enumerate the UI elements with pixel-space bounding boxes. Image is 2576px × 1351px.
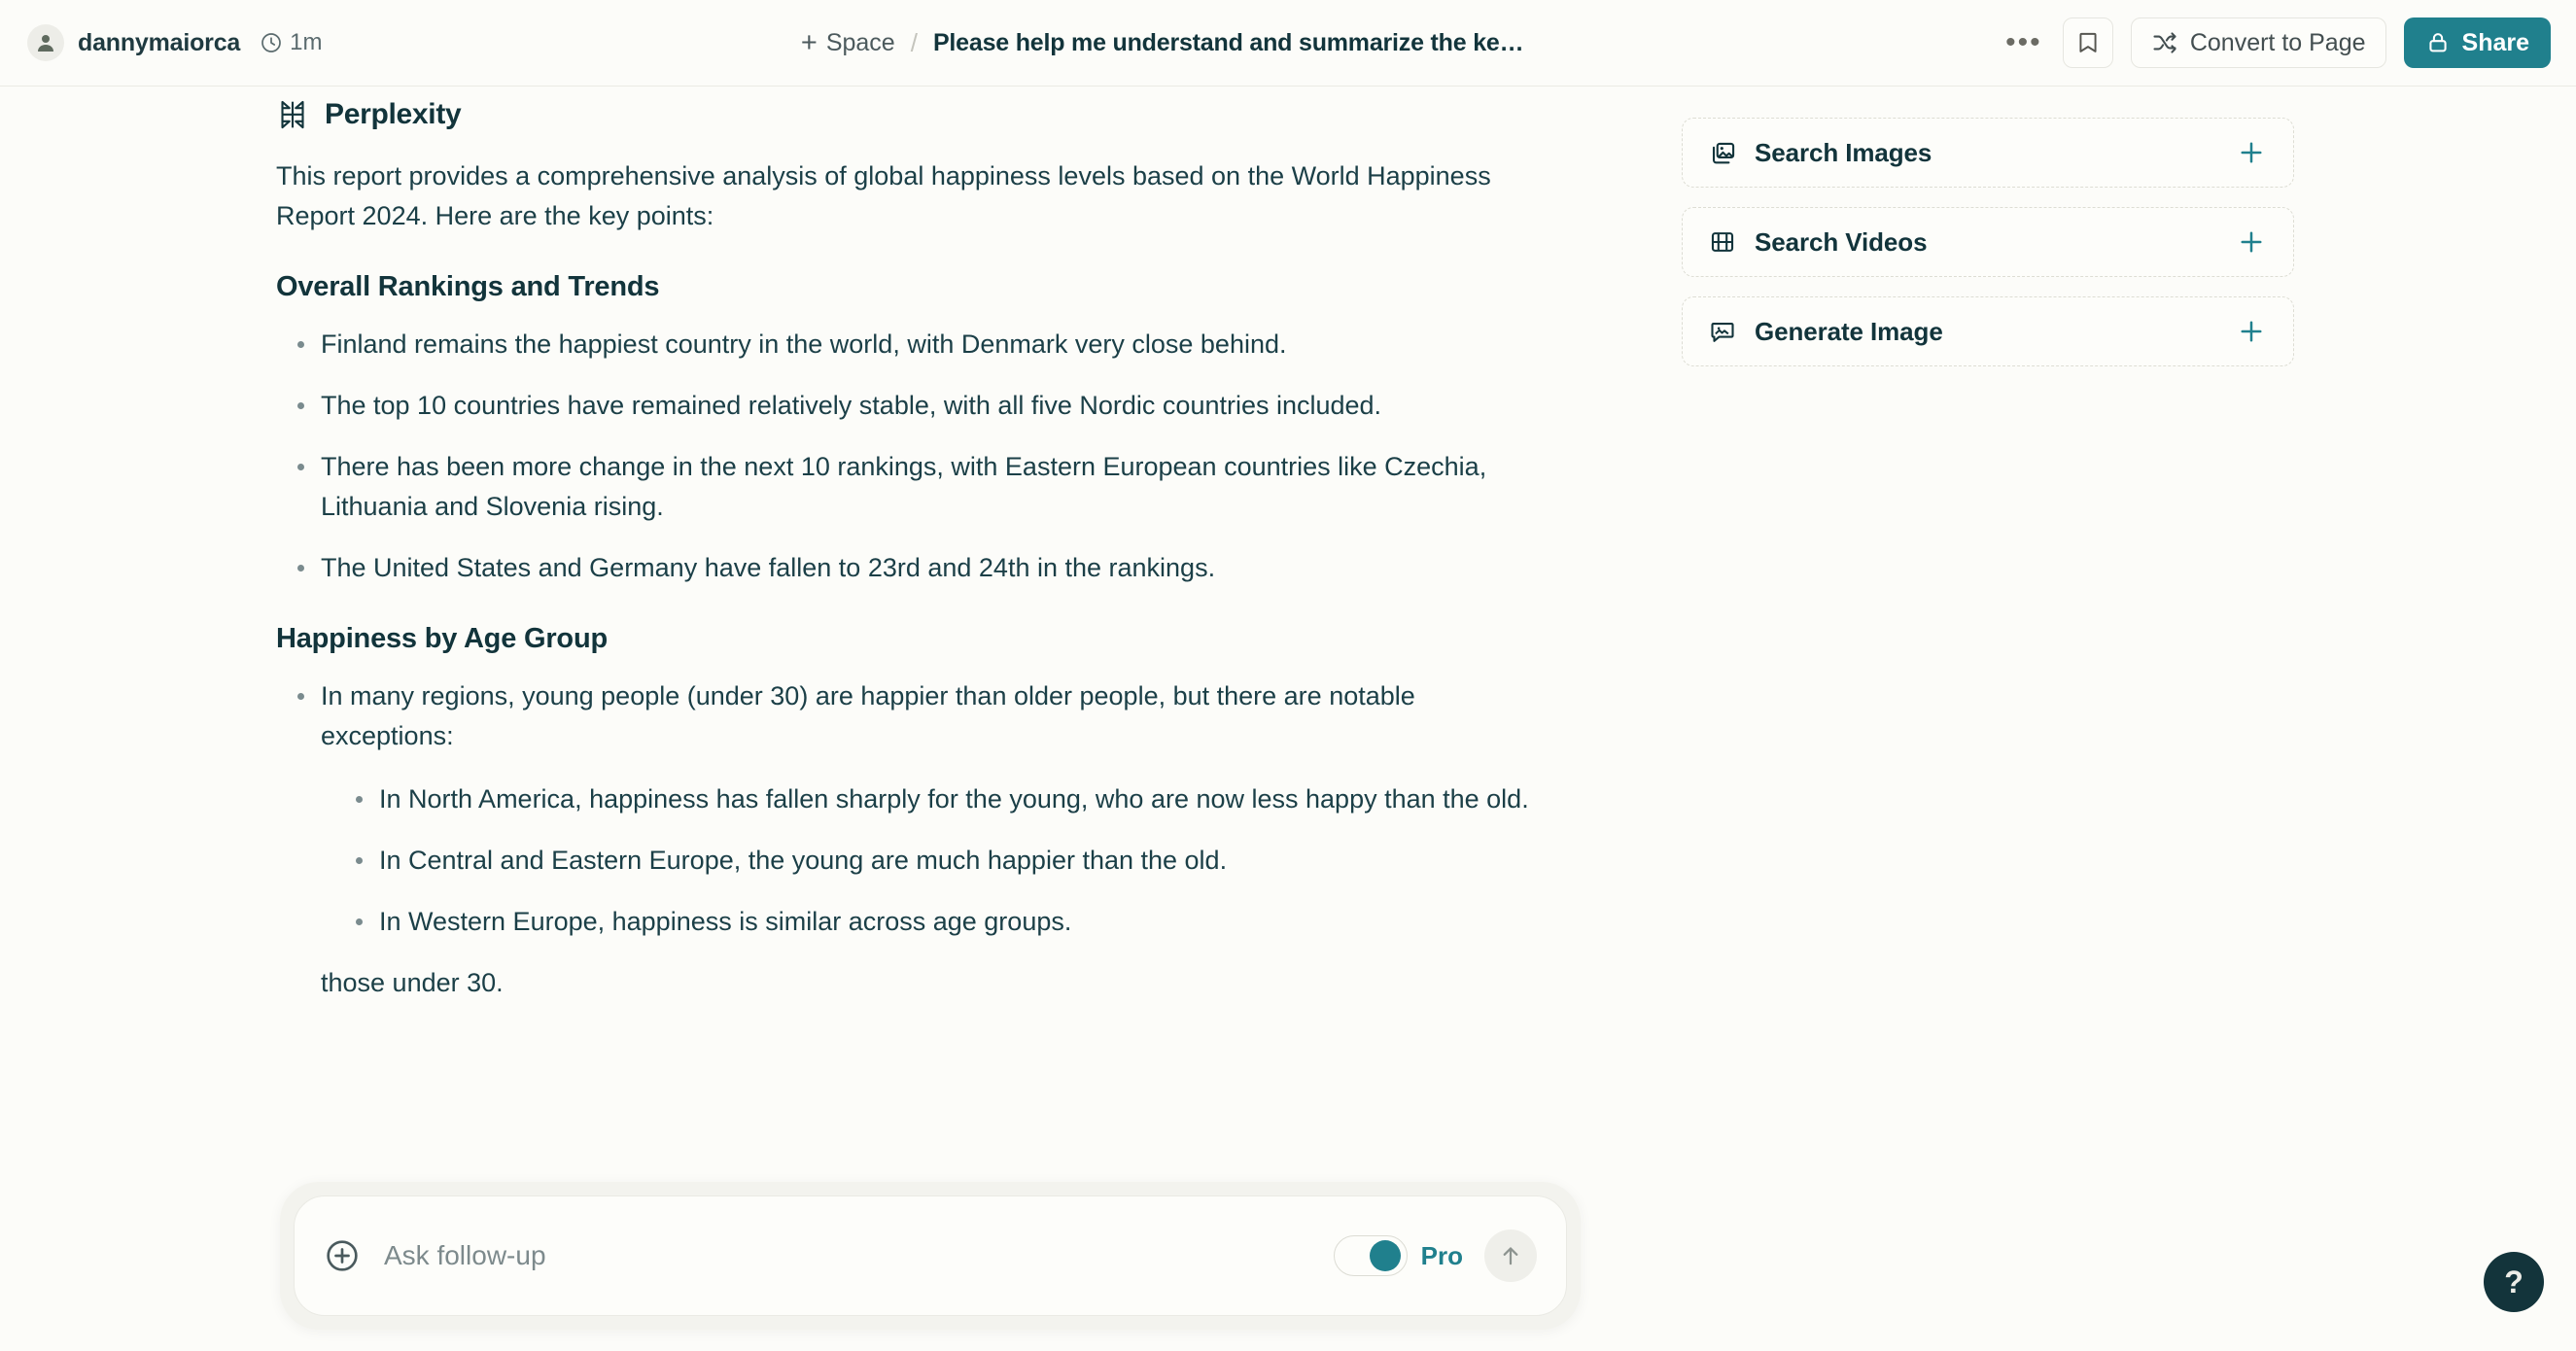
bookmark-button[interactable] (2062, 17, 2113, 68)
action-card-list: Search Images Search Videos Generate Ima… (1682, 118, 2294, 386)
add-search-images-button[interactable] (2235, 136, 2268, 169)
pro-toggle-knob (1369, 1240, 1401, 1271)
attach-button[interactable] (320, 1233, 365, 1278)
action-card-search-videos[interactable]: Search Videos (1682, 207, 2294, 277)
action-card-label: Search Videos (1755, 226, 1928, 257)
pro-toggle[interactable] (1333, 1235, 1408, 1276)
list-item: In many regions, young people (under 30)… (276, 676, 1549, 942)
timestamp-group: 1m (260, 29, 322, 56)
add-generate-image-button[interactable] (2235, 315, 2268, 348)
plus-circle-icon (327, 1240, 358, 1271)
perplexity-thread-page: dannymaiorca 1m + Space / Please help me… (0, 0, 2576, 1351)
list-item: The top 10 countries have remained relat… (276, 386, 1549, 426)
list-item: In Central and Eastern Europe, the young… (336, 841, 1549, 881)
share-label: Share (2461, 28, 2529, 56)
arrow-up-icon (1503, 1247, 1518, 1265)
list-item: The United States and Germany have falle… (276, 548, 1549, 588)
shuffle-icon (2153, 32, 2176, 53)
thread-content: Perplexity This report provides a compre… (0, 87, 2576, 1351)
list-item-text: In many regions, young people (under 30)… (321, 681, 1415, 751)
header-left-group: dannymaiorca 1m (0, 24, 322, 61)
time-ago-label: 1m (290, 29, 323, 55)
breadcrumb-separator: / (910, 27, 918, 57)
plus-icon: + (800, 26, 818, 58)
help-button[interactable]: ? (2484, 1252, 2544, 1312)
list-item: In Western Europe, happiness is similar … (336, 902, 1549, 942)
sub-bullet-list: In North America, happiness has fallen s… (336, 779, 1549, 942)
list-item: In North America, happiness has fallen s… (336, 779, 1549, 819)
page-title: Please help me understand and summarize … (932, 28, 1524, 56)
bullet-list-happiness-by-age-group: In many regions, young people (under 30)… (276, 676, 1618, 942)
intro-paragraph: This report provides a comprehensive ana… (276, 161, 1491, 231)
breadcrumb: + Space / Please help me understand and … (322, 28, 2002, 58)
add-search-videos-button[interactable] (2235, 225, 2268, 259)
follow-up-input[interactable] (384, 1240, 1334, 1271)
images-icon (1708, 138, 1737, 167)
clipped-trailing-text: those under 30. (321, 968, 504, 998)
action-card-search-images[interactable]: Search Images (1682, 118, 2294, 188)
question-mark-icon: ? (2504, 1264, 2524, 1299)
header-right-group: ••• Convert to Page Share (2002, 17, 2576, 68)
perplexity-logo-icon (281, 100, 304, 129)
action-card-generate-image[interactable]: Generate Image (1682, 296, 2294, 366)
more-options-button[interactable]: ••• (2002, 21, 2045, 64)
top-header: dannymaiorca 1m + Space / Please help me… (0, 0, 2576, 87)
answer-brand-row: Perplexity (276, 98, 1618, 131)
convert-to-page-label: Convert to Page (2189, 28, 2366, 56)
list-item: Finland remains the happiest country in … (276, 325, 1549, 364)
add-space-button[interactable]: + Space (800, 26, 895, 58)
answer-column: Perplexity This report provides a compre… (276, 87, 1618, 1003)
section-heading-overall-rankings: Overall Rankings and Trends (276, 271, 660, 303)
section-heading-happiness-by-age-group: Happiness by Age Group (276, 623, 608, 655)
send-button[interactable] (1484, 1230, 1537, 1282)
list-item: There has been more change in the next 1… (276, 447, 1549, 527)
video-icon (1708, 227, 1737, 257)
bookmark-icon (2079, 32, 2097, 52)
bullet-list-overall-rankings: Finland remains the happiest country in … (276, 325, 1618, 588)
username-label: dannymaiorca (78, 28, 241, 56)
plus-icon (2241, 321, 2262, 342)
generate-image-icon (1708, 317, 1737, 346)
space-label: Space (825, 28, 895, 56)
clock-icon (261, 33, 281, 52)
convert-to-page-button[interactable]: Convert to Page (2130, 17, 2386, 68)
action-card-label: Search Images (1755, 137, 1932, 167)
follow-up-input-container: Pro (294, 1195, 1567, 1316)
avatar[interactable] (27, 24, 64, 61)
plus-icon (2241, 231, 2262, 253)
share-button[interactable]: Share (2403, 17, 2551, 68)
ellipsis-icon: ••• (2005, 26, 2042, 58)
pro-label: Pro (1420, 1240, 1463, 1270)
lock-icon (2428, 33, 2447, 52)
plus-icon (2241, 142, 2262, 163)
person-icon (38, 35, 53, 52)
action-card-label: Generate Image (1755, 316, 1943, 346)
follow-up-bar: Pro (280, 1182, 1581, 1330)
brand-name-label: Perplexity (325, 98, 462, 130)
